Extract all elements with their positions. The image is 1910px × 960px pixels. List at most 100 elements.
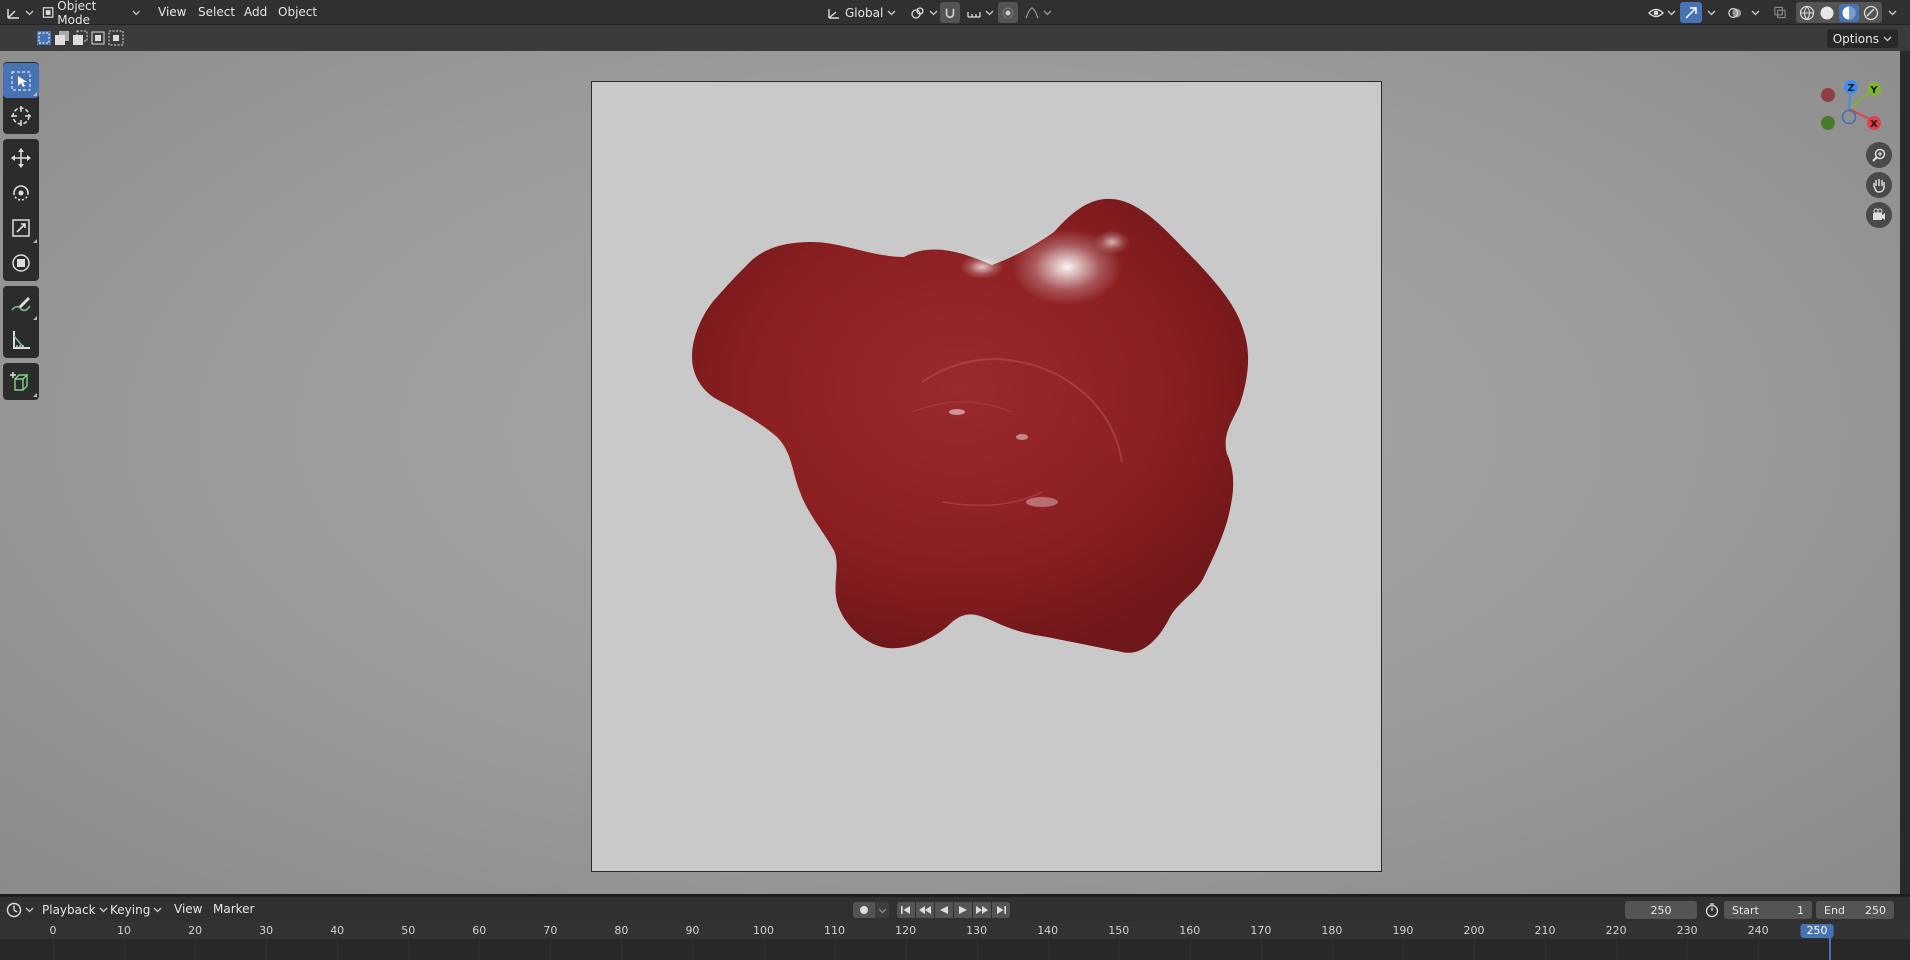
frame-tick-label: 40 [330, 924, 345, 937]
overlays-toggle[interactable] [1724, 2, 1746, 23]
frame-grid-line [337, 939, 339, 960]
select-intersect-icon[interactable] [108, 30, 124, 46]
timeline-ruler[interactable]: 0 10 20 30 40 50 60 70 80 90 100 110 120 130 140 150 160… [0, 922, 1910, 939]
auto-keying-dropdown[interactable] [875, 902, 889, 918]
select-cursor-icon [11, 71, 31, 90]
jump-end-icon [997, 906, 1006, 914]
camera-view-button[interactable] [1866, 202, 1892, 228]
end-frame-field[interactable]: End 250 [1816, 901, 1894, 919]
gizmo-icon [1685, 6, 1697, 19]
add-cube-tool[interactable] [3, 364, 39, 399]
jump-to-end-button[interactable] [992, 902, 1010, 918]
gizmo-toggle[interactable] [1680, 2, 1702, 23]
select-box-tool[interactable] [3, 63, 39, 98]
frame-grid-line [1687, 939, 1689, 960]
3d-viewport[interactable]: Y Z X [0, 51, 1900, 894]
select-extend-icon[interactable] [54, 30, 70, 46]
material-shading-button[interactable] [1839, 3, 1859, 22]
preview-range-toggle[interactable] [1704, 902, 1720, 921]
jump-keyframe-back-button[interactable] [916, 902, 934, 918]
neg-x-axis-handle[interactable] [1821, 88, 1835, 102]
navigation-gizmo[interactable]: Y Z X [1808, 66, 1888, 146]
cursor-tool[interactable] [3, 98, 39, 133]
current-frame-field[interactable]: 250 [1625, 901, 1697, 919]
neg-y-axis-handle[interactable] [1821, 116, 1835, 130]
shading-mode-group [1796, 2, 1882, 23]
overlays-dropdown[interactable] [1747, 2, 1764, 23]
select-new-icon[interactable] [36, 30, 52, 46]
gizmo-dropdown[interactable] [1703, 2, 1720, 23]
select-invert-icon[interactable] [90, 30, 106, 46]
solid-shading-icon[interactable] [1819, 5, 1835, 21]
playback-menu[interactable]: Playback [38, 899, 112, 920]
magnet-icon [945, 8, 955, 18]
neg-z-axis-handle[interactable] [1841, 109, 1857, 125]
chevron-down-icon [887, 10, 896, 16]
magnifier-icon [1872, 148, 1886, 162]
select-subtract-icon[interactable] [72, 30, 88, 46]
move-tool[interactable] [3, 140, 39, 175]
pencil-icon [11, 296, 31, 311]
measure-tool[interactable] [3, 322, 39, 357]
frame-grid-line [1402, 939, 1404, 960]
menu-select[interactable]: Select [194, 3, 239, 22]
viewport-header: Object Mode View Select Add Object Globa… [0, 0, 1910, 27]
pivot-point-dropdown[interactable] [906, 2, 942, 23]
options-dropdown[interactable]: Options [1826, 29, 1898, 48]
frame-grid-line [1118, 939, 1120, 960]
pan-button[interactable] [1866, 172, 1892, 198]
play-icon [959, 906, 967, 914]
frame-tick-label: 90 [685, 924, 700, 937]
chevron-down-icon [1707, 10, 1716, 16]
proportional-edit-toggle[interactable] [998, 2, 1018, 23]
timeline-menu-marker[interactable]: Marker [209, 900, 258, 919]
snap-toggle[interactable] [940, 2, 960, 23]
tool-header: Options [0, 25, 1910, 51]
transform-tool[interactable] [3, 245, 39, 280]
play-reverse-button[interactable] [935, 902, 953, 918]
timeline-menu-view[interactable]: View [170, 900, 206, 919]
orientation-label: Global [845, 5, 884, 20]
crosshair-cursor-icon [11, 105, 31, 126]
wireframe-shading-icon[interactable] [1799, 5, 1815, 21]
frame-grid-line [1331, 939, 1333, 960]
red-puddle-object[interactable] [592, 82, 1381, 871]
timeline-track-area[interactable] [0, 939, 1910, 960]
menu-add[interactable]: Add [240, 3, 271, 22]
annotate-tool[interactable] [3, 287, 39, 322]
jump-to-start-button[interactable] [897, 902, 915, 918]
prev-keyframe-icon [919, 906, 931, 914]
frame-tick-label: 200 [1463, 924, 1485, 937]
shading-dropdown[interactable] [1884, 2, 1901, 23]
snap-target-dropdown[interactable] [962, 2, 998, 23]
mode-selector[interactable]: Object Mode [38, 0, 144, 27]
frame-grid-line [408, 939, 410, 960]
jump-keyframe-forward-button[interactable] [973, 902, 991, 918]
scale-tool[interactable] [3, 210, 39, 245]
frame-tick-label: 220 [1605, 924, 1627, 937]
pivot-icon [911, 6, 924, 19]
timeline-editor-type-button[interactable] [2, 899, 38, 920]
playhead-indicator[interactable]: 250 [1800, 924, 1834, 938]
transform-icon [12, 253, 30, 272]
menu-object[interactable]: Object [274, 3, 321, 22]
rendered-shading-icon[interactable] [1863, 5, 1879, 21]
start-frame-field[interactable]: Start 1 [1724, 901, 1812, 919]
chevron-down-icon [929, 10, 938, 16]
playback-label: Playback [42, 902, 96, 917]
chevron-down-icon [1888, 10, 1897, 16]
xray-toggle[interactable] [1770, 2, 1790, 23]
visibility-dropdown[interactable] [1644, 2, 1680, 23]
keying-menu[interactable]: Keying [106, 899, 166, 920]
frame-tick-label: 10 [117, 924, 132, 937]
proportional-falloff-dropdown[interactable] [1020, 2, 1056, 23]
play-button[interactable] [954, 902, 972, 918]
transform-orientation-dropdown[interactable]: Global [822, 2, 900, 23]
play-reverse-icon [940, 906, 948, 914]
editor-type-button[interactable] [2, 2, 38, 23]
rotate-tool[interactable] [3, 175, 39, 210]
menu-view[interactable]: View [154, 3, 190, 22]
frame-grid-line [621, 939, 623, 960]
zoom-button[interactable] [1866, 142, 1892, 168]
auto-keying-toggle[interactable] [853, 902, 875, 918]
